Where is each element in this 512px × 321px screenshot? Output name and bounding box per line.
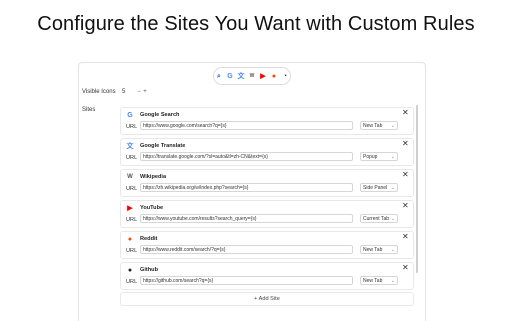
open-mode-select[interactable]: New Tab ⌄ [360,276,398,285]
site-name: Google Translate [140,143,186,149]
visible-icons-stepper[interactable]: 5 − + [122,88,148,96]
search-icon[interactable]: ⌕ [215,72,223,80]
site-url-input[interactable]: https://zh.wikipedia.org/w/index.php?sea… [140,183,353,192]
site-url-input[interactable]: https://www.reddit.com/search/?q={s} [140,245,353,254]
open-mode-select[interactable]: New Tab ⌄ [360,245,398,254]
youtube-icon[interactable]: ▶ [259,72,267,80]
site-name: Google Search [140,112,180,118]
site-url-input[interactable]: https://translate.google.com/?sl=auto&tl… [140,152,353,161]
url-label: URL [126,124,138,130]
open-mode-value: New Tab [363,247,383,253]
reddit-icon[interactable]: ● [270,72,278,80]
site-name: Wikipedia [140,174,167,180]
wikipedia-icon[interactable]: W [248,72,256,80]
github-icon: ● [127,266,133,274]
url-label: URL [126,217,138,223]
icon-preview-bar: ⌕ G 文 W ▶ ● ◔ [213,67,291,85]
site-url-input[interactable]: https://www.google.com/search?q={s} [140,121,353,130]
remove-site-button[interactable]: ✕ [402,171,409,179]
remove-site-button[interactable]: ✕ [402,233,409,241]
google-icon: G [127,111,133,119]
site-card-wikipedia: W Wikipedia URL https://zh.wikipedia.org… [120,169,414,197]
visible-icons-value: 5 [122,89,126,95]
google-icon[interactable]: G [226,72,234,80]
site-name: Github [140,267,159,273]
youtube-icon: ▶ [127,204,133,212]
site-url-input[interactable]: https://www.youtube.com/results?search_q… [140,214,353,223]
open-mode-select[interactable]: Current Tab ⌄ [360,214,398,223]
site-card-youtube: ▶ YouTube URL https://www.youtube.com/re… [120,200,414,228]
url-label: URL [126,279,138,285]
chevron-down-icon: ⌄ [390,278,395,284]
site-card-google-translate: 文 Google Translate URL https://translate… [120,138,414,166]
chevron-down-icon: ⌄ [390,216,395,222]
chevron-down-icon: ⌄ [390,185,395,191]
site-card-reddit: ● Reddit URL https://www.reddit.com/sear… [120,231,414,259]
sites-label: Sites [82,107,96,113]
open-mode-select[interactable]: Popup ⌄ [360,152,398,161]
site-card-google-search: G Google Search URL https://www.google.c… [120,107,414,135]
remove-site-button[interactable]: ✕ [402,264,409,272]
open-mode-value: New Tab [363,123,383,129]
remove-site-button[interactable]: ✕ [402,109,409,117]
increment-button[interactable]: + [142,89,148,95]
loading-icon: ◔ [282,72,288,80]
remove-site-button[interactable]: ✕ [402,140,409,148]
sites-scrollbar[interactable] [416,105,418,273]
site-card-github: ● Github URL https://github.com/search?q… [120,262,414,290]
site-name: YouTube [140,205,164,211]
site-url-input[interactable]: https://github.com/search?q={s} [140,276,353,285]
translate-icon[interactable]: 文 [237,72,245,80]
wikipedia-icon: W [127,174,133,180]
chevron-down-icon: ⌄ [390,154,395,160]
visible-icons-label: Visible Icons [82,89,116,95]
chevron-down-icon: ⌄ [390,247,395,253]
reddit-icon: ● [127,235,133,243]
add-site-button[interactable]: + Add Site [120,292,414,306]
url-label: URL [126,155,138,161]
remove-site-button[interactable]: ✕ [402,202,409,210]
open-mode-select[interactable]: New Tab ⌄ [360,121,398,130]
open-mode-value: Popup [363,154,378,160]
open-mode-value: Side Panel [363,185,388,191]
translate-icon: 文 [126,142,134,150]
url-label: URL [126,186,138,192]
open-mode-value: Current Tab [363,216,390,222]
page-headline: Configure the Sites You Want with Custom… [37,13,475,35]
url-label: URL [126,248,138,254]
site-name: Reddit [140,236,158,242]
open-mode-select[interactable]: Side Panel ⌄ [360,183,398,192]
chevron-down-icon: ⌄ [390,123,395,129]
open-mode-value: New Tab [363,278,383,284]
